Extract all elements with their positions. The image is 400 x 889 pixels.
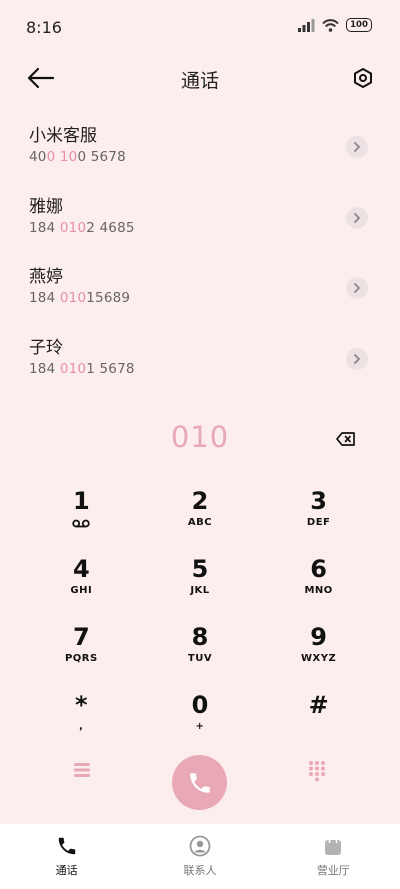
tab-service-hall[interactable]: 营业厅 [267,824,400,889]
tab-calls-label: 通话 [55,864,78,877]
tab-service-hall-label: 营业厅 [316,864,350,877]
contact-detail-button[interactable] [346,206,368,229]
tab-contacts-label: 联系人 [183,864,217,877]
chevron-right-icon [354,212,361,223]
contact-number: 400 100 5678 [29,149,126,165]
key-star[interactable]: * , [22,684,141,752]
key-0[interactable]: 0 + [141,684,260,752]
bottom-nav: 通话 联系人 营业厅 [0,824,400,889]
chevron-right-icon [354,353,361,364]
voicemail-icon [72,519,91,528]
contact-number: 184 01015689 [29,290,131,306]
battery-icon: 100 [346,18,372,32]
person-icon [189,835,211,857]
contact-row[interactable]: 燕婷 184 01015689 [0,259,400,330]
menu-icon[interactable] [72,761,92,779]
contact-name: 燕婷 [29,267,63,287]
key-4[interactable]: 4 GHI [22,548,141,616]
key-3[interactable]: 3 DEF [259,480,378,548]
wifi-icon [322,18,339,32]
tab-contacts[interactable]: 联系人 [133,824,266,889]
contact-name: 雅娜 [29,196,63,217]
header: 通话 [0,56,400,102]
contact-detail-button[interactable] [346,277,368,299]
phone-icon [189,772,210,793]
chevron-right-icon [354,283,361,293]
signal-icon [298,18,315,32]
dialpad-icon[interactable] [308,760,326,782]
shopping-bag-icon [325,836,342,855]
contact-number: 184 0101 5678 [29,360,135,377]
key-2[interactable]: 2 ABC [141,480,260,548]
contact-row[interactable]: 雅娜 184 0102 4685 [0,189,400,260]
page-title: 通话 [180,70,219,92]
status-time: 8:16 [26,18,62,37]
contact-detail-button[interactable] [346,136,368,158]
dial-keypad: 1 2 ABC 3 DEF 4 GHI 5 JKL 6 MNO 7 PQRS 8… [22,480,378,752]
key-7[interactable]: 7 PQRS [22,616,141,684]
phone-icon [58,837,75,855]
chevron-right-icon [354,142,361,152]
key-1[interactable]: 1 [22,480,141,548]
settings-icon[interactable] [352,67,374,89]
contact-name: 子玲 [29,337,63,358]
status-bar: 8:16 100 [0,0,400,56]
contact-name: 小米客服 [29,126,97,146]
contact-row[interactable]: 小米客服 400 100 5678 [0,118,400,189]
contact-detail-button[interactable] [346,347,368,370]
key-8[interactable]: 8 TUV [141,616,260,684]
call-button[interactable] [172,755,227,810]
battery-level: 100 [350,20,368,30]
contact-number: 184 0102 4685 [29,219,135,236]
key-6[interactable]: 6 MNO [259,548,378,616]
key-hash[interactable]: # [259,684,378,752]
contact-suggestions: 小米客服 400 100 5678 雅娜 184 0102 4685 燕婷 18… [0,118,400,400]
tab-calls[interactable]: 通话 [0,824,133,889]
contact-row[interactable]: 子玲 184 0101 5678 [0,330,400,401]
key-9[interactable]: 9 WXYZ [259,616,378,684]
status-icons: 100 [298,18,372,32]
key-5[interactable]: 5 JKL [141,548,260,616]
backspace-icon[interactable] [336,432,356,446]
